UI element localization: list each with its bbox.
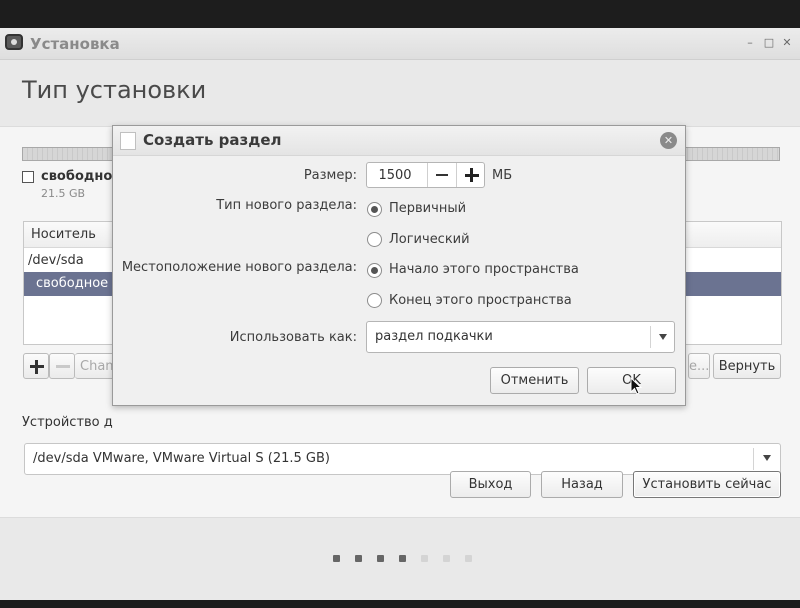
partition-type-label: Тип нового раздела: (216, 198, 357, 213)
radio-end[interactable] (367, 293, 382, 308)
close-icon[interactable]: ✕ (660, 132, 677, 149)
radio-logical-label[interactable]: Логический (389, 232, 470, 247)
mouse-cursor-icon (630, 377, 642, 395)
size-unit: МБ (492, 168, 513, 183)
installer-app-icon (5, 34, 23, 50)
chevron-down-icon (659, 334, 667, 340)
window-titlebar: Установка – □ ✕ (0, 28, 800, 60)
bootloader-device-value: /dev/sda VMware, VMware Virtual S (21.5 … (33, 451, 330, 466)
progress-step-dot (333, 555, 340, 562)
progress-step-dot (355, 555, 362, 562)
radio-beginning[interactable] (367, 263, 382, 278)
size-input[interactable]: 1500 (367, 168, 423, 183)
radio-primary[interactable] (367, 202, 382, 217)
advanced-button[interactable]: е... (688, 353, 710, 379)
change-button-label: Chan (80, 359, 114, 374)
free-space-label: свободно (41, 169, 113, 184)
revert-button-label: Вернуть (718, 359, 776, 374)
size-label: Размер: (303, 168, 357, 183)
progress-step-dot (399, 555, 406, 562)
radio-logical[interactable] (367, 232, 382, 247)
use-as-select[interactable]: раздел подкачки (366, 321, 675, 353)
cancel-button[interactable]: Отменить (490, 367, 579, 394)
increment-icon[interactable] (456, 163, 485, 187)
radio-end-label[interactable]: Конец этого пространства (389, 293, 572, 308)
row-device-label: свободное (36, 276, 109, 291)
free-space-legend-swatch (22, 171, 34, 183)
dialog-titlebar: Создать раздел ✕ (113, 126, 685, 156)
minimize-icon[interactable]: – (744, 37, 756, 49)
remove-partition-button[interactable] (49, 353, 75, 379)
progress-step-dot (421, 555, 428, 562)
install-now-button[interactable]: Установить сейчас (633, 471, 781, 498)
quit-button-label: Выход (468, 477, 513, 492)
revert-button[interactable]: Вернуть (713, 353, 781, 379)
maximize-icon[interactable]: □ (763, 37, 775, 49)
size-stepper[interactable]: 1500 (366, 162, 485, 188)
back-button-label: Назад (561, 477, 603, 492)
window-title: Установка (30, 35, 120, 53)
advanced-button-label: е... (689, 359, 710, 374)
dialog-title: Создать раздел (143, 131, 282, 149)
radio-primary-label[interactable]: Первичный (389, 201, 466, 216)
page-title: Тип установки (22, 76, 207, 104)
dropdown-button[interactable] (753, 448, 779, 470)
create-partition-dialog: Создать раздел ✕ Размер: 1500 МБ Тип нов… (112, 125, 686, 406)
progress-step-dot (377, 555, 384, 562)
cancel-button-label: Отменить (500, 373, 569, 388)
chevron-down-icon (763, 455, 771, 461)
progress-step-dot (443, 555, 450, 562)
desktop-top-bar (0, 0, 800, 28)
install-now-button-label: Установить сейчас (642, 477, 772, 492)
quit-button[interactable]: Выход (450, 471, 531, 498)
bootloader-device-label: Устройство д (22, 415, 113, 430)
back-button[interactable]: Назад (541, 471, 623, 498)
column-header-device[interactable]: Носитель (31, 227, 96, 242)
dropdown-button[interactable] (650, 326, 674, 348)
free-space-size: 21.5 GB (41, 187, 86, 200)
desktop-bottom-bar (0, 600, 800, 608)
progress-step-dot (465, 555, 472, 562)
close-icon[interactable]: ✕ (781, 37, 793, 49)
use-as-label: Использовать как: (229, 330, 357, 345)
radio-beginning-label[interactable]: Начало этого пространства (389, 262, 579, 277)
partition-location-label: Местоположение нового раздела: (121, 260, 357, 275)
row-device-label: /dev/sda (28, 253, 84, 268)
use-as-value: раздел подкачки (375, 329, 493, 344)
add-partition-button[interactable] (23, 353, 49, 379)
change-partition-button[interactable]: Chan (75, 353, 115, 379)
document-icon (120, 132, 136, 150)
decrement-icon[interactable] (427, 163, 456, 187)
